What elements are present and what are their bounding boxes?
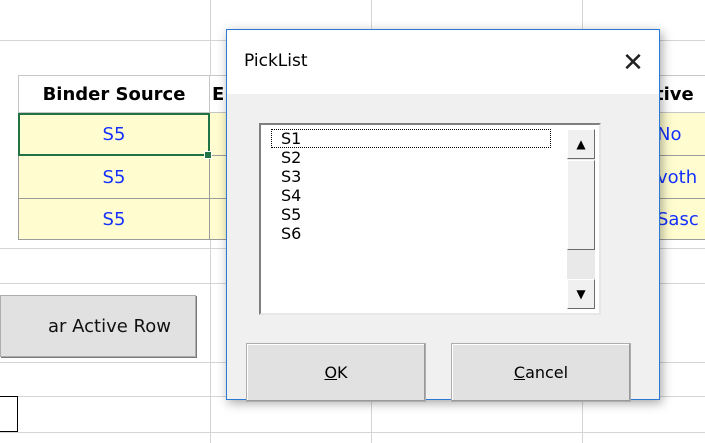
header-binder-source[interactable]: Binder Source [18, 75, 210, 113]
scroll-up-icon[interactable]: ▲ [567, 129, 595, 159]
ok-button[interactable]: OK [246, 343, 426, 402]
clear-active-row-button[interactable]: ar Active Row [0, 295, 196, 357]
data-cell[interactable]: No [655, 113, 705, 156]
grid-line [0, 432, 705, 433]
list-items: S1 S2 S3 S4 S5 S6 [271, 129, 551, 243]
scrollbar-thumb[interactable] [567, 160, 595, 250]
list-item[interactable]: S4 [271, 186, 551, 205]
binder-source-cell[interactable]: S5 [18, 199, 210, 240]
scroll-down-icon[interactable]: ▼ [567, 279, 595, 309]
list-item[interactable]: S5 [271, 205, 551, 224]
list-item[interactable]: S6 [271, 224, 551, 243]
cancel-label-rest: ancel [525, 363, 569, 382]
binder-source-cell[interactable]: S5 [18, 156, 210, 199]
fill-handle[interactable] [204, 151, 212, 159]
listbox-scrollbar[interactable]: ▲ ▼ [567, 129, 595, 309]
picklist-listbox[interactable]: S1 S2 S3 S4 S5 S6 ▲ ▼ [259, 123, 601, 315]
data-cell[interactable]: voth [655, 156, 705, 199]
list-item[interactable]: S2 [271, 148, 551, 167]
dialog-titlebar[interactable]: PickList ✕ [227, 30, 659, 94]
ok-mnemonic: O [324, 363, 338, 382]
header-col-c[interactable]: tive [655, 75, 705, 113]
cancel-mnemonic: C [513, 363, 526, 382]
binder-source-cell[interactable]: S5 [18, 113, 210, 156]
list-item[interactable]: S1 [271, 129, 551, 148]
partial-control [0, 396, 18, 432]
dialog-title: PickList [244, 51, 308, 71]
data-cell[interactable]: Sasc [655, 199, 705, 240]
list-item[interactable]: S3 [271, 167, 551, 186]
picklist-dialog: PickList ✕ S1 S2 S3 S4 S5 S6 ▲ ▼ OK Canc… [226, 29, 660, 402]
close-icon[interactable]: ✕ [607, 43, 659, 83]
ok-label-rest: K [337, 363, 348, 382]
cancel-button[interactable]: Cancel [451, 343, 631, 402]
